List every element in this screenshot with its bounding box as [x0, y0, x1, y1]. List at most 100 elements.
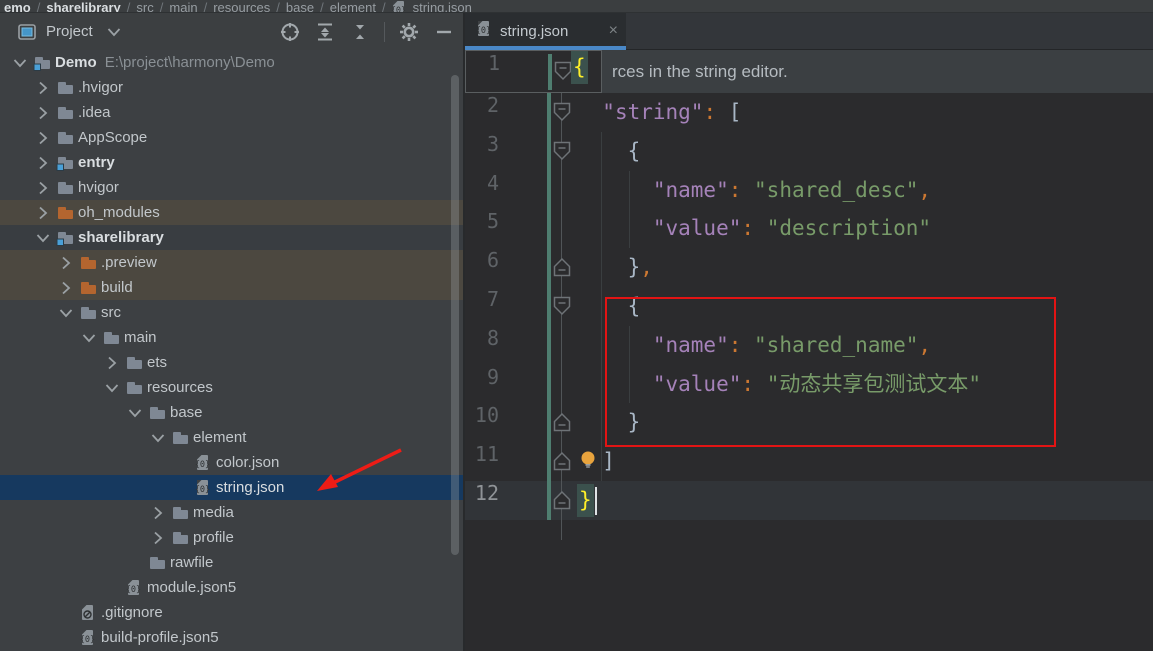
- fold-close-icon[interactable]: [553, 257, 571, 282]
- chevron-right-icon[interactable]: [102, 353, 125, 373]
- tree-item-build[interactable]: build: [0, 275, 463, 300]
- code-line-11[interactable]: 11 ]: [465, 442, 1153, 481]
- code-line-8[interactable]: 8 "name": "shared_name",: [465, 326, 1153, 365]
- breadcrumb-item-base[interactable]: base: [286, 0, 314, 12]
- code-line-9[interactable]: 9 "value": "动态共享包测试文本": [465, 365, 1153, 404]
- line-number: 6: [486, 248, 499, 273]
- chevron-right-icon[interactable]: [33, 203, 56, 223]
- editor-content[interactable]: rces in the string editor. 1 { 2 "string…: [465, 50, 1153, 651]
- tree-item-color-json[interactable]: {0} color.json: [0, 450, 463, 475]
- fold-open-icon[interactable]: [554, 61, 572, 86]
- breadcrumb-item-src[interactable]: src: [136, 0, 153, 12]
- chevron-right-icon[interactable]: [33, 178, 56, 198]
- tree-item-appscope[interactable]: AppScope: [0, 125, 463, 150]
- chevron-right-icon[interactable]: [33, 153, 56, 173]
- tree-item--hvigor[interactable]: .hvigor: [0, 75, 463, 100]
- line-number: 9: [486, 364, 499, 389]
- breadcrumb-item-emo[interactable]: emo: [4, 0, 31, 12]
- chevron-right-icon[interactable]: [33, 78, 56, 98]
- fold-open-icon[interactable]: [553, 102, 571, 127]
- chevron-down-icon[interactable]: [56, 303, 79, 323]
- tree-item-label: .idea: [78, 104, 111, 121]
- tree-item-profile[interactable]: profile: [0, 525, 463, 550]
- tree-item-hvigor[interactable]: hvigor: [0, 175, 463, 200]
- tree-item-label: build: [101, 279, 133, 296]
- code-line-4[interactable]: 4 "name": "shared_desc",: [465, 171, 1153, 210]
- hide-panel-icon[interactable]: [433, 21, 455, 43]
- tree-item-resources[interactable]: resources: [0, 375, 463, 400]
- tab-string-json[interactable]: {0} string.json ×: [465, 13, 626, 50]
- chevron-right-icon[interactable]: [33, 128, 56, 148]
- project-panel-title: Project: [46, 23, 93, 40]
- code-line-6[interactable]: 6 },: [465, 248, 1153, 287]
- tree-item-main[interactable]: main: [0, 325, 463, 350]
- chevron-down-icon[interactable]: [103, 21, 125, 43]
- breadcrumb-separator: /: [126, 0, 131, 13]
- tree-item--preview[interactable]: .preview: [0, 250, 463, 275]
- code-line-3[interactable]: 3 {: [465, 132, 1153, 171]
- breadcrumb-item-main[interactable]: main: [169, 0, 197, 12]
- tree-item-entry[interactable]: entry: [0, 150, 463, 175]
- line-number: 11: [474, 442, 499, 467]
- settings-icon[interactable]: [398, 21, 420, 43]
- fold-open-icon[interactable]: [553, 141, 571, 166]
- tree-item-element[interactable]: element: [0, 425, 463, 450]
- code-line-12[interactable]: 12}: [465, 481, 1153, 520]
- intention-lightbulb-icon[interactable]: [579, 450, 597, 474]
- chevron-down-icon[interactable]: [102, 378, 125, 398]
- tree-item-oh-modules[interactable]: oh_modules: [0, 200, 463, 225]
- tree-item-label: base: [170, 404, 203, 421]
- folder-excluded-icon: [79, 278, 101, 298]
- tree-item--gitignore[interactable]: .gitignore: [0, 600, 463, 625]
- fold-close-icon[interactable]: [553, 451, 571, 476]
- chevron-right-icon[interactable]: [56, 253, 79, 273]
- json-icon: {0}: [79, 628, 101, 647]
- tab-close-icon[interactable]: ×: [609, 23, 618, 39]
- tree-item-media[interactable]: media: [0, 500, 463, 525]
- chevron-right-icon[interactable]: [33, 103, 56, 123]
- tree-item-base[interactable]: base: [0, 400, 463, 425]
- tree-item-module-json5[interactable]: {0} module.json5: [0, 575, 463, 600]
- chevron-down-icon[interactable]: [10, 53, 33, 73]
- fold-close-icon[interactable]: [553, 490, 571, 515]
- chevron-down-icon[interactable]: [79, 328, 102, 348]
- breadcrumb-item-string-json[interactable]: string.json: [413, 0, 472, 12]
- project-path: E:\project\harmony\Demo: [104, 54, 275, 71]
- tree-item-string-json[interactable]: {0} string.json: [0, 475, 463, 500]
- tree-item-src[interactable]: src: [0, 300, 463, 325]
- breadcrumb-item-resources[interactable]: resources: [213, 0, 270, 12]
- chevron-placeholder: [56, 628, 79, 648]
- tree-item-ets[interactable]: ets: [0, 350, 463, 375]
- chevron-down-icon[interactable]: [33, 228, 56, 248]
- locate-icon[interactable]: [279, 21, 301, 43]
- collapse-all-icon[interactable]: [349, 21, 371, 43]
- chevron-right-icon[interactable]: [56, 278, 79, 298]
- folder-icon: [102, 328, 124, 348]
- tree-item-label: color.json: [216, 454, 280, 471]
- folder-icon: [56, 103, 78, 123]
- fold-open-icon[interactable]: [553, 296, 571, 321]
- tree-item-sharelibrary[interactable]: sharelibrary: [0, 225, 463, 250]
- svg-text:{0}: {0}: [390, 6, 405, 13]
- tree-scrollbar-thumb[interactable]: [451, 75, 459, 555]
- code-line-10[interactable]: 10 }: [465, 403, 1153, 442]
- tree-item-build-profile-json5[interactable]: {0} build-profile.json5: [0, 625, 463, 650]
- chevron-placeholder: [171, 453, 194, 473]
- code-line-2[interactable]: 2 "string": [: [465, 93, 1153, 132]
- chevron-down-icon[interactable]: [148, 428, 171, 448]
- breadcrumb-item-sharelibrary[interactable]: sharelibrary: [46, 0, 120, 12]
- code-line-5[interactable]: 5 "value": "description": [465, 209, 1153, 248]
- tree-item-rawfile[interactable]: rawfile: [0, 550, 463, 575]
- breadcrumb[interactable]: emo / sharelibrary / src / main / resources / base…: [0, 0, 1153, 13]
- breadcrumb-item-element[interactable]: element: [330, 0, 376, 12]
- project-tree[interactable]: Demo E:\project\harmony\Demo .hvigor .idea A…: [0, 50, 463, 651]
- fold-close-icon[interactable]: [553, 412, 571, 437]
- chevron-down-icon[interactable]: [125, 403, 148, 423]
- expand-all-icon[interactable]: [314, 21, 336, 43]
- code-line-7[interactable]: 7 {: [465, 287, 1153, 326]
- chevron-right-icon[interactable]: [148, 503, 171, 523]
- tree-item-label: resources: [147, 379, 213, 396]
- tree-item-demo[interactable]: Demo E:\project\harmony\Demo: [0, 50, 463, 75]
- tree-item--idea[interactable]: .idea: [0, 100, 463, 125]
- chevron-right-icon[interactable]: [148, 528, 171, 548]
